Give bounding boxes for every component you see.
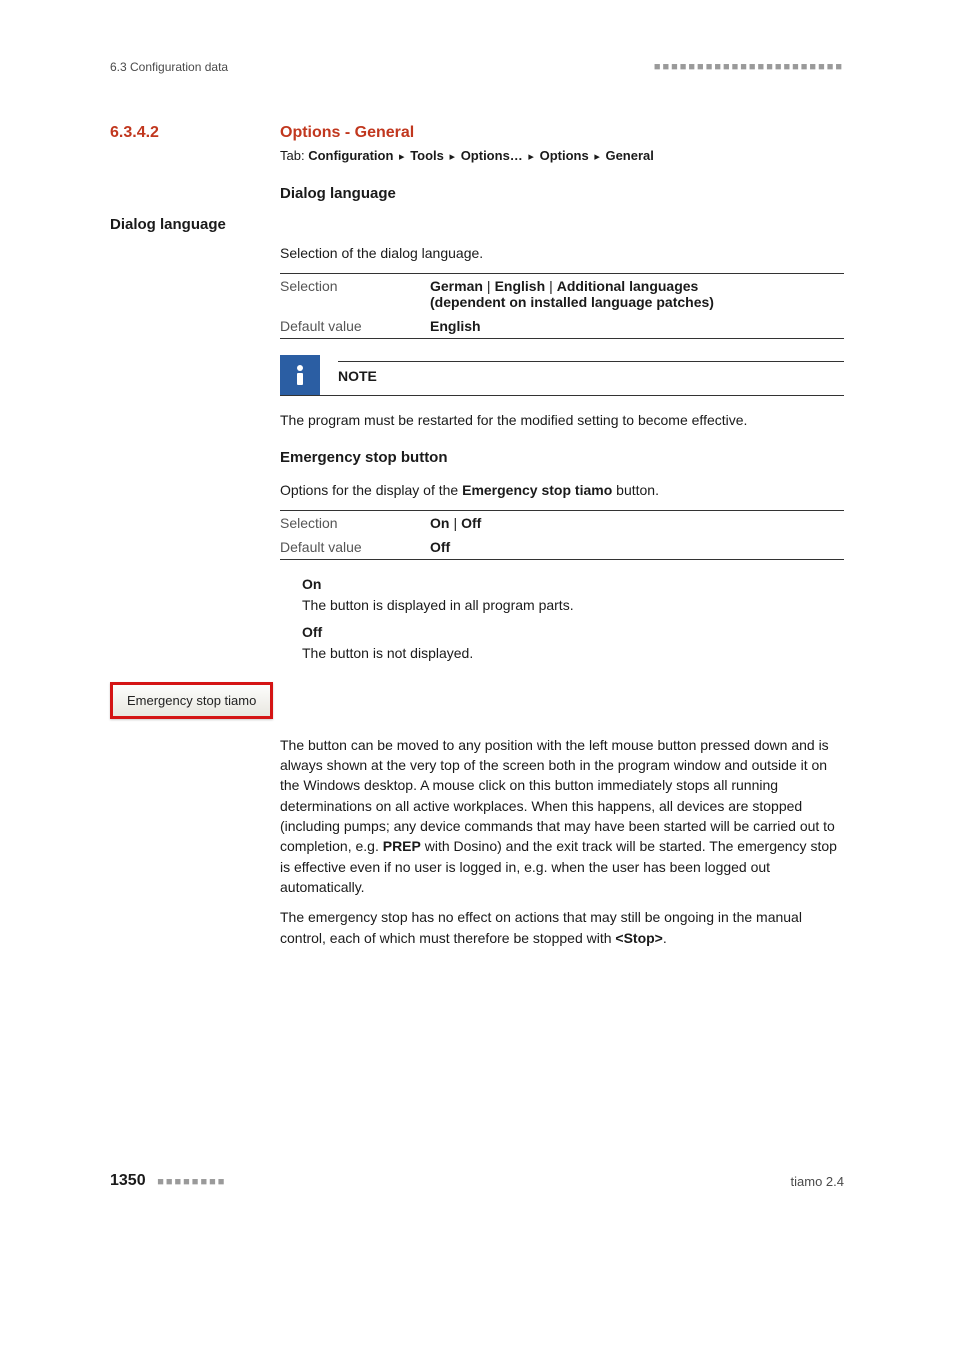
sel-opt-1: English — [495, 278, 546, 294]
option-list: On The button is displayed in all progra… — [302, 574, 844, 664]
runhead-left: 6.3 Configuration data — [110, 60, 228, 74]
section-number: 6.3.4.2 — [110, 124, 280, 142]
dialog-language-side-label: Dialog language — [110, 216, 280, 233]
tab-part-2: Options… — [461, 148, 523, 163]
dialog-language-desc: Selection of the dialog language. — [280, 243, 844, 263]
tab-sep-icon: ▸ — [528, 151, 534, 163]
footer-dots: ■■■■■■■■ — [157, 1176, 226, 1188]
product-name: tiamo 2.4 — [791, 1174, 844, 1189]
tab-sep-icon: ▸ — [399, 151, 405, 163]
emergency-intro-post: button. — [612, 482, 659, 498]
tab-sep-icon: ▸ — [594, 151, 600, 163]
emergency-body2-pre: The emergency stop has no effect on acti… — [280, 909, 802, 945]
selection-label: Selection — [280, 515, 430, 531]
emergency-body2-bold: <Stop> — [615, 930, 662, 946]
emergency-body-1: The button can be moved to any position … — [280, 735, 844, 897]
default-value: Off — [430, 539, 450, 555]
opt-on-name: On — [302, 574, 844, 595]
info-icon — [280, 355, 320, 395]
tab-part-4: General — [605, 148, 653, 163]
runhead-dots: ■■■■■■■■■■■■■■■■■■■■■■ — [654, 61, 844, 73]
sel-opt-0: German — [430, 278, 483, 294]
tab-path: Tab: Configuration ▸ Tools ▸ Options… ▸ … — [280, 148, 844, 163]
emergency-intro-pre: Options for the display of the — [280, 482, 462, 498]
page-number: 1350 — [110, 1172, 146, 1189]
table-row: Selection German|English|Additional lang… — [280, 274, 844, 314]
selection-label: Selection — [280, 278, 430, 310]
sel-opt-1: Off — [461, 515, 481, 531]
dialog-language-table: Selection German|English|Additional lang… — [280, 273, 844, 339]
table-row: Default value English — [280, 314, 844, 338]
emergency-stop-button[interactable]: Emergency stop tiamo — [110, 682, 273, 719]
emergency-intro-bold: Emergency stop tiamo — [462, 482, 612, 498]
running-header: 6.3 Configuration data ■■■■■■■■■■■■■■■■■… — [110, 60, 844, 74]
default-label: Default value — [280, 539, 430, 555]
sel-paren: (dependent on installed language patches… — [430, 294, 714, 310]
sel-opt-2: Additional languages — [557, 278, 699, 294]
table-row: Selection On|Off — [280, 511, 844, 535]
section-heading: 6.3.4.2 Options - General — [110, 124, 844, 142]
opt-on-desc: The button is displayed in all program p… — [302, 595, 844, 616]
note-body: The program must be restarted for the mo… — [280, 410, 844, 430]
tab-part-0: Configuration — [308, 148, 393, 163]
page-footer: 1350 ■■■■■■■■ tiamo 2.4 — [110, 1172, 844, 1190]
default-label: Default value — [280, 318, 430, 334]
emergency-body2-post: . — [663, 930, 667, 946]
emergency-table: Selection On|Off Default value Off — [280, 510, 844, 560]
tab-prefix: Tab: — [280, 148, 305, 163]
emergency-body1-bold: PREP — [383, 838, 421, 854]
dialog-language-heading: Dialog language — [280, 185, 844, 202]
emergency-intro: Options for the display of the Emergency… — [280, 480, 844, 500]
emergency-stop-heading: Emergency stop button — [280, 449, 844, 466]
opt-off-desc: The button is not displayed. — [302, 643, 844, 664]
table-row: Default value Off — [280, 535, 844, 559]
emergency-body1-pre: The button can be moved to any position … — [280, 737, 835, 854]
tab-part-1: Tools — [410, 148, 444, 163]
opt-off-name: Off — [302, 622, 844, 643]
sel-opt-0: On — [430, 515, 449, 531]
tab-part-3: Options — [540, 148, 589, 163]
section-title: Options - General — [280, 124, 414, 142]
selection-value: On|Off — [430, 515, 481, 531]
note-box: NOTE The program must be restarted for t… — [280, 355, 844, 430]
default-value: English — [430, 318, 481, 334]
selection-value: German|English|Additional languages (dep… — [430, 278, 714, 310]
emergency-body-2: The emergency stop has no effect on acti… — [280, 907, 844, 948]
note-label: NOTE — [338, 361, 844, 390]
tab-sep-icon: ▸ — [450, 151, 456, 163]
